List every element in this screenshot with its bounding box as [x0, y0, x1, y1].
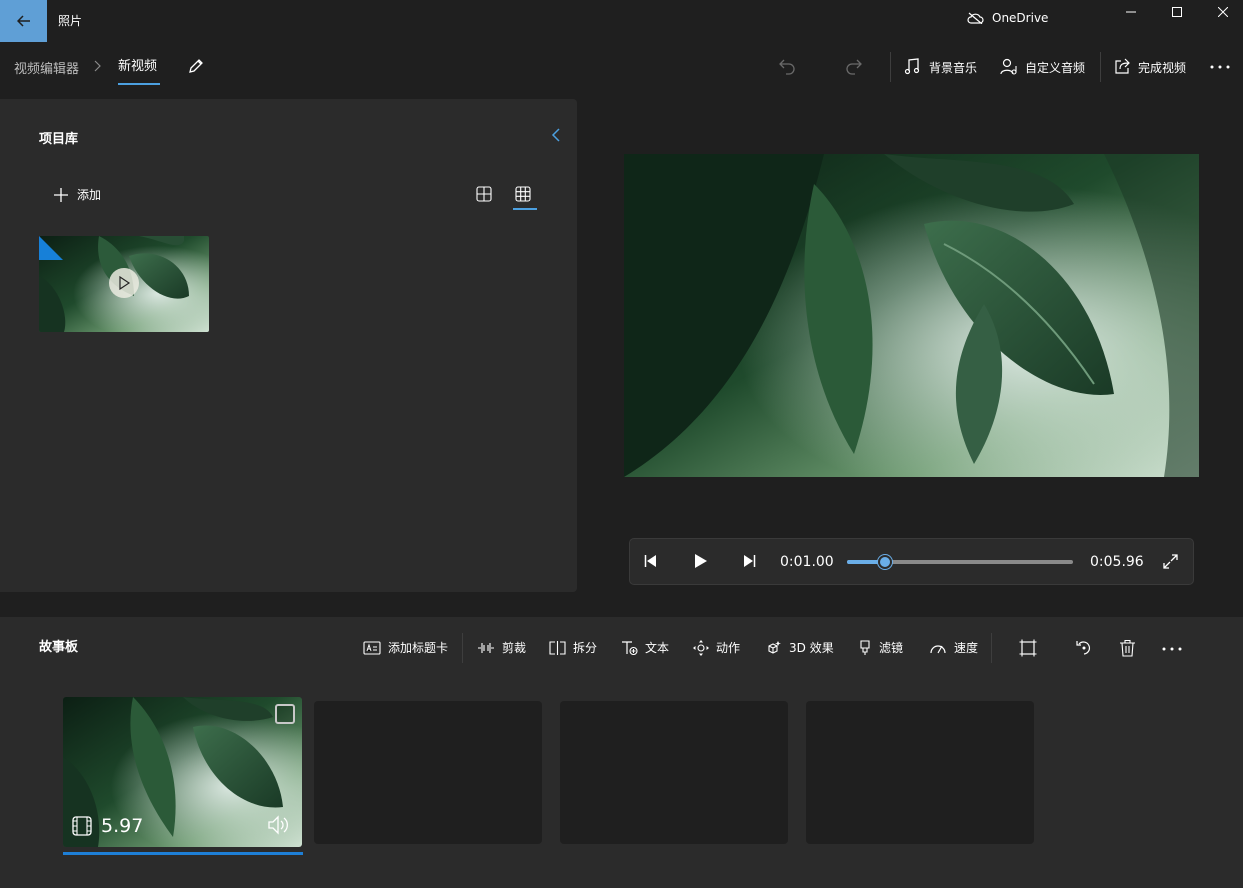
empty-storyboard-slot[interactable] [806, 701, 1034, 844]
play-icon[interactable] [694, 554, 708, 568]
onedrive-label: OneDrive [992, 11, 1049, 25]
app-title: 照片 [58, 14, 83, 28]
crop-resize-icon[interactable] [1019, 639, 1037, 657]
cloud-off-icon [967, 12, 984, 24]
breadcrumb-current: 新视频 [118, 59, 158, 74]
trim-label: 剪裁 [502, 641, 527, 655]
redo-icon[interactable] [845, 57, 863, 75]
chevron-right-icon [94, 60, 101, 72]
undo-icon[interactable] [778, 57, 796, 75]
maximize-icon [1172, 7, 1182, 17]
add-title-card-button[interactable]: 添加标题卡 [363, 639, 448, 656]
text-icon [622, 641, 638, 655]
filter-icon [860, 639, 870, 655]
background-music-button[interactable]: 背景音乐 [929, 59, 977, 76]
close-icon [1218, 7, 1228, 17]
empty-storyboard-slot[interactable] [314, 701, 542, 844]
maximize-button[interactable] [1154, 0, 1200, 24]
3d-effects-button[interactable]: 3D 效果 [765, 639, 834, 656]
add-title-card-label: 添加标题卡 [388, 641, 449, 655]
minimize-icon [1126, 11, 1136, 13]
speed-button[interactable]: 速度 [929, 639, 978, 656]
motion-icon [693, 639, 709, 656]
motion-label: 动作 [716, 641, 741, 655]
close-button[interactable] [1200, 0, 1243, 24]
view-selected-indicator [513, 208, 537, 210]
volume-icon[interactable] [267, 815, 291, 835]
title-bar [0, 0, 1243, 42]
add-media-button[interactable]: 添加 [54, 186, 101, 203]
motion-button[interactable]: 动作 [693, 639, 740, 656]
custom-audio-icon [1000, 58, 1017, 75]
skip-back-icon[interactable] [644, 554, 658, 568]
share-export-icon [1115, 58, 1130, 74]
video-preview [624, 154, 1199, 477]
project-library-panel [0, 99, 577, 592]
empty-storyboard-slot[interactable] [560, 701, 788, 844]
speed-icon [930, 644, 946, 653]
play-overlay-icon[interactable] [109, 268, 139, 298]
film-strip-icon [72, 816, 92, 836]
delete-trash-icon[interactable] [1119, 639, 1136, 657]
clip-select-checkbox[interactable] [275, 704, 295, 724]
rotate-icon[interactable] [1075, 639, 1093, 657]
pencil-icon[interactable] [187, 57, 205, 75]
custom-audio-button[interactable]: 自定义音频 [1025, 59, 1085, 76]
command-divider [1100, 52, 1101, 82]
toolbar-divider [462, 633, 463, 663]
3d-effects-label: 3D 效果 [789, 641, 834, 655]
storyboard-more-icon[interactable] [1162, 647, 1182, 651]
split-button[interactable]: 拆分 [549, 639, 597, 656]
leaf-preview-image [624, 154, 1199, 477]
command-divider [890, 52, 891, 82]
plus-icon [54, 187, 68, 202]
effects-3d-icon [768, 640, 781, 654]
breadcrumb-underline [118, 83, 160, 85]
skip-forward-icon[interactable] [742, 554, 756, 568]
current-time: 0:01.00 [780, 554, 834, 570]
more-options-icon[interactable] [1210, 65, 1230, 69]
split-label: 拆分 [573, 641, 598, 655]
finish-video-button[interactable]: 完成视频 [1138, 59, 1186, 76]
small-grid-view-icon[interactable] [476, 186, 492, 202]
title-card-icon [363, 640, 381, 655]
trim-button[interactable]: 剪裁 [477, 639, 526, 656]
back-button[interactable] [0, 0, 47, 42]
clip-duration: 5.97 [101, 815, 144, 837]
clip-selected-indicator [63, 852, 303, 855]
onedrive-status[interactable]: OneDrive [967, 11, 1048, 25]
filters-button[interactable]: 滤镜 [858, 639, 903, 656]
large-grid-view-icon[interactable] [515, 186, 531, 202]
seek-thumb[interactable] [877, 555, 892, 569]
speed-label: 速度 [954, 641, 979, 655]
fullscreen-icon[interactable] [1163, 554, 1178, 569]
music-note-icon [904, 58, 920, 75]
added-to-project-marker [39, 236, 63, 260]
total-time: 0:05.96 [1090, 554, 1144, 570]
breadcrumb-root[interactable]: 视频编辑器 [14, 58, 79, 77]
split-icon [549, 640, 566, 655]
library-title: 项目库 [39, 132, 79, 147]
storyboard-title: 故事板 [39, 640, 79, 655]
filters-label: 滤镜 [879, 641, 904, 655]
minimize-button[interactable] [1108, 0, 1154, 24]
text-button[interactable]: 文本 [621, 639, 669, 656]
toolbar-divider [991, 633, 992, 663]
chevron-left-icon[interactable] [551, 128, 561, 142]
text-label: 文本 [645, 641, 670, 655]
add-media-label: 添加 [77, 188, 102, 202]
trim-icon [478, 642, 494, 653]
back-arrow-icon [16, 15, 30, 27]
